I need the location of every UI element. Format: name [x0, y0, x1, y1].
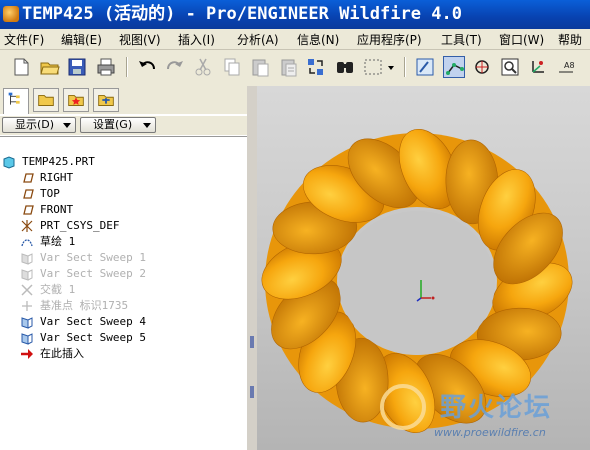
csys-display-icon[interactable]: [527, 56, 549, 78]
sketch-icon: [20, 235, 34, 249]
divider: [0, 136, 247, 137]
menu-edit[interactable]: 编辑(E): [61, 31, 102, 48]
datum-plane-icon: [20, 187, 34, 201]
annotation-display-icon[interactable]: A8: [556, 56, 578, 78]
window-title: TEMP425 (活动的) - Pro/ENGINEER Wildfire 4.…: [22, 4, 462, 24]
select-box-icon[interactable]: [362, 56, 384, 78]
main-toolbar: A8: [0, 50, 590, 87]
new-file-icon[interactable]: [10, 56, 32, 78]
datum-plane-icon: [20, 203, 34, 217]
find-icon[interactable]: [334, 56, 356, 78]
intersect-icon: [20, 283, 34, 297]
sweep-icon: [20, 315, 34, 329]
open-file-icon[interactable]: [39, 56, 61, 78]
show-dropdown-button[interactable]: 显示(D): [2, 117, 76, 133]
datum-point-icon: [20, 299, 34, 313]
menu-info[interactable]: 信息(N): [297, 31, 339, 48]
tab-favorites[interactable]: [63, 88, 89, 112]
menu-help[interactable]: 帮助: [558, 31, 582, 48]
menu-insert[interactable]: 插入(I): [178, 31, 215, 48]
chevron-down-icon: [63, 123, 71, 128]
toolbar-separator: [404, 57, 406, 77]
datum-plane-icon: [20, 171, 34, 185]
model-tree-panel: 显示(D) 设置(G) TEMP425.PRT RIGHT TOP FRONT …: [0, 86, 248, 450]
menu-applications[interactable]: 应用程序(P): [357, 31, 422, 48]
tree-controls: 显示(D) 设置(G): [0, 116, 247, 135]
expand-handle[interactable]: [250, 386, 254, 398]
sweep-icon: [20, 251, 34, 265]
dropdown-arrow-icon[interactable]: [386, 56, 396, 78]
paste-icon[interactable]: [249, 56, 271, 78]
tab-connections[interactable]: [93, 88, 119, 112]
menu-window[interactable]: 窗口(W): [499, 31, 544, 48]
datum-point-display-icon[interactable]: [471, 56, 493, 78]
title-bar: TEMP425 (活动的) - Pro/ENGINEER Wildfire 4.…: [0, 0, 590, 29]
sweep-icon: [20, 267, 34, 281]
zoom-icon[interactable]: [499, 56, 521, 78]
svg-text:A8: A8: [564, 61, 575, 70]
tab-model-tree[interactable]: [3, 88, 29, 114]
tab-folder-browser[interactable]: [33, 88, 59, 112]
watermark-logo: [380, 384, 426, 430]
cut-icon[interactable]: [192, 56, 214, 78]
watermark-url: www.proewildfire.cn: [434, 426, 546, 439]
print-icon[interactable]: [95, 56, 117, 78]
datum-axis-display-icon[interactable]: [443, 56, 465, 78]
menu-analysis[interactable]: 分析(A): [237, 31, 279, 48]
toolbar-separator: [126, 57, 128, 77]
paste-special-icon[interactable]: [278, 56, 300, 78]
settings-dropdown-button[interactable]: 设置(G): [80, 117, 156, 133]
csys-icon: [20, 219, 34, 233]
save-icon[interactable]: [66, 56, 88, 78]
panel-splitter[interactable]: [247, 86, 257, 450]
undo-icon[interactable]: [136, 56, 158, 78]
part-icon: [2, 155, 16, 169]
menu-tools[interactable]: 工具(T): [441, 31, 482, 48]
redo-icon[interactable]: [164, 56, 186, 78]
insert-here-arrow-icon: [20, 347, 34, 361]
copy-icon[interactable]: [221, 56, 243, 78]
menu-bar: 文件(F) 编辑(E) 视图(V) 插入(I) 分析(A) 信息(N) 应用程序…: [0, 29, 590, 50]
menu-file[interactable]: 文件(F): [4, 31, 44, 48]
sweep-icon: [20, 331, 34, 345]
show-dropdown-label: 显示(D): [15, 118, 55, 131]
proe-app-icon: [3, 6, 19, 22]
regenerate-icon[interactable]: [305, 56, 327, 78]
datum-plane-display-icon[interactable]: [414, 56, 436, 78]
watermark-text: 野火论坛: [440, 393, 553, 423]
menu-view[interactable]: 视图(V): [119, 31, 161, 48]
chevron-down-icon: [143, 123, 151, 128]
settings-dropdown-label: 设置(G): [93, 118, 133, 131]
collapse-handle[interactable]: [250, 336, 254, 348]
navigator-tabs: [0, 86, 247, 114]
